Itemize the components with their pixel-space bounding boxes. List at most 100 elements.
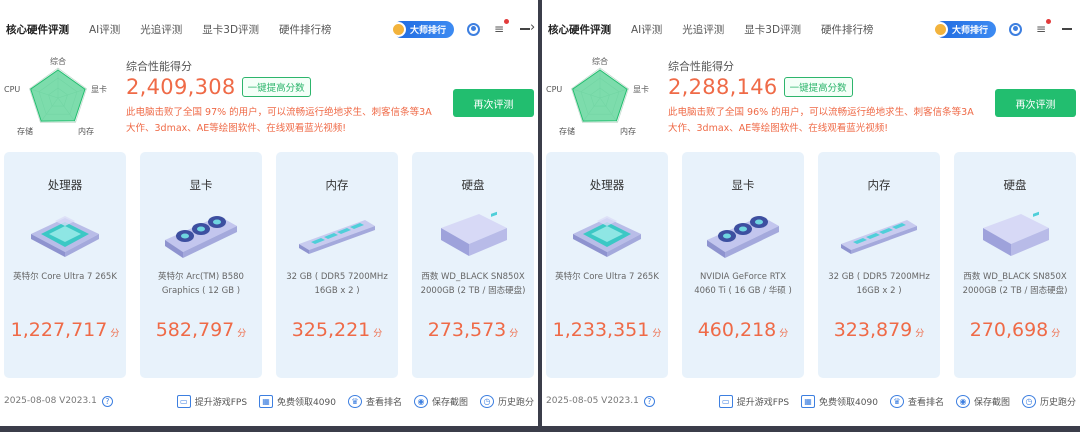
card-score: 325,221 分 — [276, 319, 398, 341]
screenshot-icon: ◉ — [955, 394, 970, 408]
version-text: 2025-08-05 V2023.1 — [546, 396, 639, 406]
help-icon[interactable]: ? — [101, 395, 113, 407]
user-account-button[interactable] — [1008, 22, 1022, 36]
card-score-unit: 分 — [509, 329, 519, 339]
save-screenshot-label: 保存截图 — [973, 397, 1010, 408]
card-title: 处理器 — [47, 178, 83, 192]
trophy-icon: ♛ — [347, 394, 362, 408]
boost-fps-button[interactable]: ▭ 提升游戏FPS — [176, 394, 247, 408]
card-spec: 西数 WD_BLACK SN850X 2000GB (2 TB / 固态硬盘) — [962, 272, 1068, 296]
minimize-icon — [520, 28, 530, 30]
card-title: 硬盘 — [461, 178, 485, 192]
cpu-card[interactable]: 处理器 英特尔 Core Ultra 7 265K 1,227,717 分 — [4, 152, 126, 378]
notification-dot — [1046, 19, 1051, 24]
save-screenshot-label: 保存截图 — [431, 397, 468, 408]
menu-button[interactable]: ≡ — [492, 19, 509, 36]
version-info: 2025-08-05 V2023.1? — [546, 395, 655, 407]
card-spec: 英特尔 Core Ultra 7 265K — [13, 272, 117, 282]
tab-gpu-3d[interactable]: 显卡3D评测 — [744, 22, 801, 37]
free-4090-button[interactable]: ▦ 免费领取4090 — [801, 394, 878, 408]
tab-ray-tracing[interactable]: 光追评测 — [140, 22, 182, 37]
radar-label-storage: 存储 — [559, 126, 575, 136]
version-text: 2025-08-08 V2023.1 — [4, 396, 97, 406]
clock-icon: ◷ — [479, 394, 494, 408]
history-scores-button[interactable]: ◷ 历史跑分 — [479, 394, 534, 408]
radar-score-area — [572, 69, 628, 122]
boost-score-button[interactable]: 一键提高分数 — [783, 77, 853, 97]
bottom-frame — [0, 426, 538, 432]
storage-card[interactable]: 硬盘 西数 WD_BLACK SN850X 2000GB (2 TB / 固态硬… — [412, 152, 534, 378]
retest-button[interactable]: 再次评测 — [995, 89, 1076, 117]
view-ranking-label: 查看排名 — [907, 397, 944, 408]
card-title: 硬盘 — [1003, 178, 1027, 192]
tab-hardware-ranking[interactable]: 硬件排行榜 — [821, 22, 874, 37]
score-row: 2,409,308 一键提高分数 — [126, 75, 311, 99]
master-avatar-icon — [390, 21, 406, 37]
hard-drive-icon — [983, 211, 1049, 256]
card-score-value: 1,227,717 — [10, 319, 108, 341]
free-4090-button[interactable]: ▦ 免费领取4090 — [259, 394, 336, 408]
card-score-unit: 分 — [110, 329, 120, 339]
save-screenshot-button[interactable]: ◉ 保存截图 — [413, 394, 468, 408]
cpu-card[interactable]: 处理器 英特尔 Core Ultra 7 265K 1,233,351 分 — [546, 152, 668, 378]
hardware-cards: 处理器 英特尔 Core Ultra 7 265K 1,227,717分 显卡 — [4, 152, 534, 378]
help-icon[interactable]: ? — [643, 395, 655, 407]
tab-core-hardware[interactable]: 核心硬件评测 — [6, 22, 69, 37]
radar-label-cpu: CPU — [546, 85, 562, 94]
header-bar: 核心硬件评测 AI评测 光追评测 显卡3D评测 硬件排行榜 大师排行 ≡ — [6, 16, 532, 42]
gpu-card[interactable]: 显卡 英特尔 Arc(TM) B580 Graphics ( 12 GB ) 5… — [140, 152, 262, 378]
card-score: 582,797 分 — [140, 319, 262, 341]
view-ranking-button[interactable]: ♛ 查看排名 — [347, 394, 402, 408]
history-scores-button[interactable]: ◷ 历史跑分 — [1021, 394, 1076, 408]
clock-icon: ◷ — [1021, 394, 1036, 408]
radar-label-gpu: 显卡 — [91, 84, 107, 94]
view-ranking-label: 查看排名 — [365, 397, 402, 408]
card-score-value: 582,797 — [155, 319, 235, 341]
card-spec: 西数 WD_BLACK SN850X 2000GB (2 TB / 固态硬盘) — [420, 272, 526, 296]
header-bar: 核心硬件评测 AI评测 光追评测 显卡3D评测 硬件排行榜 大师排行 ≡ — [548, 16, 1074, 42]
card-score-unit: 分 — [1051, 329, 1061, 339]
memory-card[interactable]: 内存 32 GB ( DDR5 7200MHz 16GB x 2 ) 323,8… — [818, 152, 940, 378]
master-ranking-button[interactable]: 大师排行 — [932, 20, 996, 38]
card-score-value: 323,879 — [833, 319, 913, 341]
card-title: 显卡 — [189, 178, 213, 192]
memory-stick-icon — [841, 220, 917, 254]
tab-hardware-ranking[interactable]: 硬件排行榜 — [279, 22, 332, 37]
tab-ai[interactable]: AI评测 — [631, 22, 662, 37]
monitor-icon: ▭ — [176, 394, 191, 408]
radar-label-overall: 综合 — [592, 56, 608, 66]
card-score: 323,879 分 — [818, 319, 940, 341]
retest-button[interactable]: 再次评测 — [453, 89, 534, 117]
memory-card[interactable]: 内存 32 GB ( DDR5 7200MHz 16GB x 2 ) 325,2… — [276, 152, 398, 378]
benchmark-panel-2: 核心硬件评测 AI评测 光追评测 显卡3D评测 硬件排行榜 大师排行 ≡ 综合 … — [542, 0, 1080, 432]
score-title: 综合性能得分 — [668, 60, 734, 73]
tab-ray-tracing[interactable]: 光追评测 — [682, 22, 724, 37]
card-score-unit: 分 — [652, 329, 662, 339]
tab-ai[interactable]: AI评测 — [89, 22, 120, 37]
minimize-button[interactable] — [1060, 22, 1074, 36]
tab-core-hardware[interactable]: 核心硬件评测 — [548, 22, 611, 37]
history-scores-label: 历史跑分 — [1039, 397, 1076, 408]
performance-radar-chart: 综合 CPU 显卡 存储 内存 — [4, 56, 107, 136]
radar-label-gpu: 显卡 — [633, 84, 649, 94]
master-ranking-button[interactable]: 大师排行 — [390, 20, 454, 38]
free-4090-label: 免费领取4090 — [819, 397, 878, 408]
chevron-right-icon[interactable]: › — [530, 20, 535, 35]
menu-button[interactable]: ≡ — [1034, 19, 1051, 36]
boost-fps-button[interactable]: ▭ 提升游戏FPS — [718, 394, 790, 408]
performance-radar-chart: 综合 CPU 显卡 存储 内存 — [546, 56, 649, 136]
radar-label-overall: 综合 — [50, 56, 66, 66]
trophy-icon: ♛ — [889, 394, 904, 408]
card-spec: NVIDIA GeForce RTX 4060 Ti ( 16 GB / 华硕 … — [694, 272, 792, 296]
user-account-button[interactable] — [466, 22, 480, 36]
score-row: 2,288,146 一键提高分数 — [668, 75, 853, 99]
view-ranking-button[interactable]: ♛ 查看排名 — [889, 394, 944, 408]
card-score: 270,698 分 — [954, 319, 1076, 341]
storage-card[interactable]: 硬盘 西数 WD_BLACK SN850X 2000GB (2 TB / 固态硬… — [954, 152, 1076, 378]
save-screenshot-button[interactable]: ◉ 保存截图 — [955, 394, 1010, 408]
card-spec: 英特尔 Arc(TM) B580 Graphics ( 12 GB ) — [158, 272, 244, 296]
tab-gpu-3d[interactable]: 显卡3D评测 — [202, 22, 259, 37]
gpu-card[interactable]: 显卡 NVIDIA GeForce RTX 4060 Ti ( 16 GB / … — [682, 152, 804, 378]
boost-fps-label: 提升游戏FPS — [736, 397, 790, 408]
boost-score-button[interactable]: 一键提高分数 — [241, 77, 311, 97]
